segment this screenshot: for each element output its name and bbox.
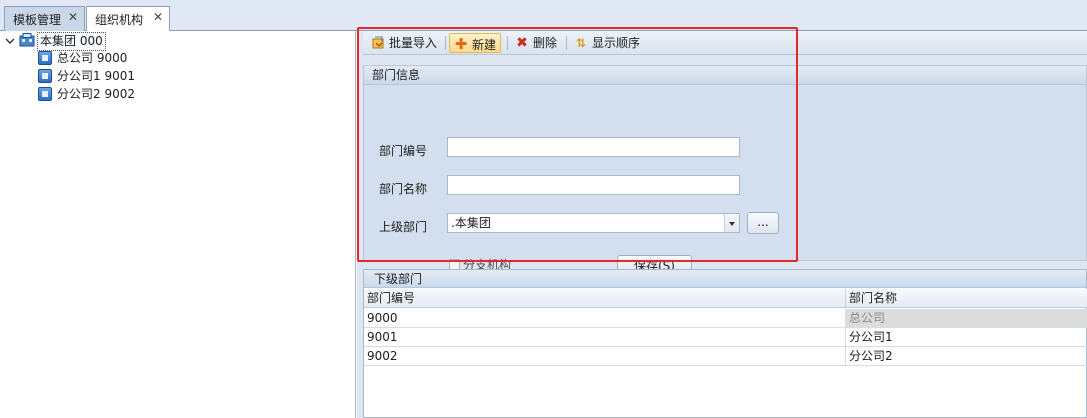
- tree-node-label: 分公司2 9002: [57, 87, 135, 101]
- table-row[interactable]: 9001 分公司1: [364, 328, 1087, 347]
- cell-code: 9002: [364, 347, 846, 365]
- sub-department-title: 下级部门: [364, 270, 1086, 288]
- cell-name: 分公司1: [846, 328, 1087, 346]
- cell-code: 9001: [364, 328, 846, 346]
- column-header-name[interactable]: 部门名称: [846, 289, 1087, 308]
- column-header-code[interactable]: 部门编号: [364, 289, 846, 308]
- department-node-icon: [38, 69, 52, 83]
- cell-code: 9000: [364, 309, 846, 327]
- tab-organization[interactable]: 组织机构 ✕: [86, 6, 170, 32]
- close-icon[interactable]: ✕: [68, 10, 78, 24]
- tree-node-label: 总公司 9000: [57, 51, 128, 65]
- chevron-down-icon[interactable]: [5, 36, 15, 46]
- department-node-icon: [38, 51, 52, 65]
- building-icon: [19, 33, 35, 47]
- tree-node-label: 分公司1 9001: [57, 69, 135, 83]
- highlight-box: [357, 27, 798, 262]
- tab-template-management[interactable]: 模板管理 ✕: [4, 6, 85, 31]
- tree-node-label: 本集团 000: [37, 32, 106, 51]
- sub-department-grid: 下级部门 部门编号 部门名称 9000 总公司 9001 分公司1 9002 分…: [363, 269, 1087, 418]
- tree-node-root[interactable]: 本集团 000: [19, 32, 106, 51]
- cell-name: 分公司2: [846, 347, 1087, 365]
- org-tree: 本集团 000 总公司 9000 分公司1 9001 分公司2 9002: [0, 31, 356, 418]
- tree-node-item[interactable]: 分公司1 9001: [38, 68, 137, 85]
- tab-label: 模板管理: [13, 13, 62, 27]
- table-row[interactable]: 9002 分公司2: [364, 347, 1087, 366]
- tree-node-item[interactable]: 总公司 9000: [38, 50, 129, 67]
- table-row[interactable]: 9000 总公司: [364, 309, 1087, 328]
- tree-node-item[interactable]: 分公司2 9002: [38, 86, 137, 103]
- cell-name: 总公司: [846, 309, 1087, 327]
- tab-label: 组织机构: [95, 13, 144, 27]
- close-icon[interactable]: ✕: [153, 10, 163, 24]
- department-node-icon: [38, 87, 52, 101]
